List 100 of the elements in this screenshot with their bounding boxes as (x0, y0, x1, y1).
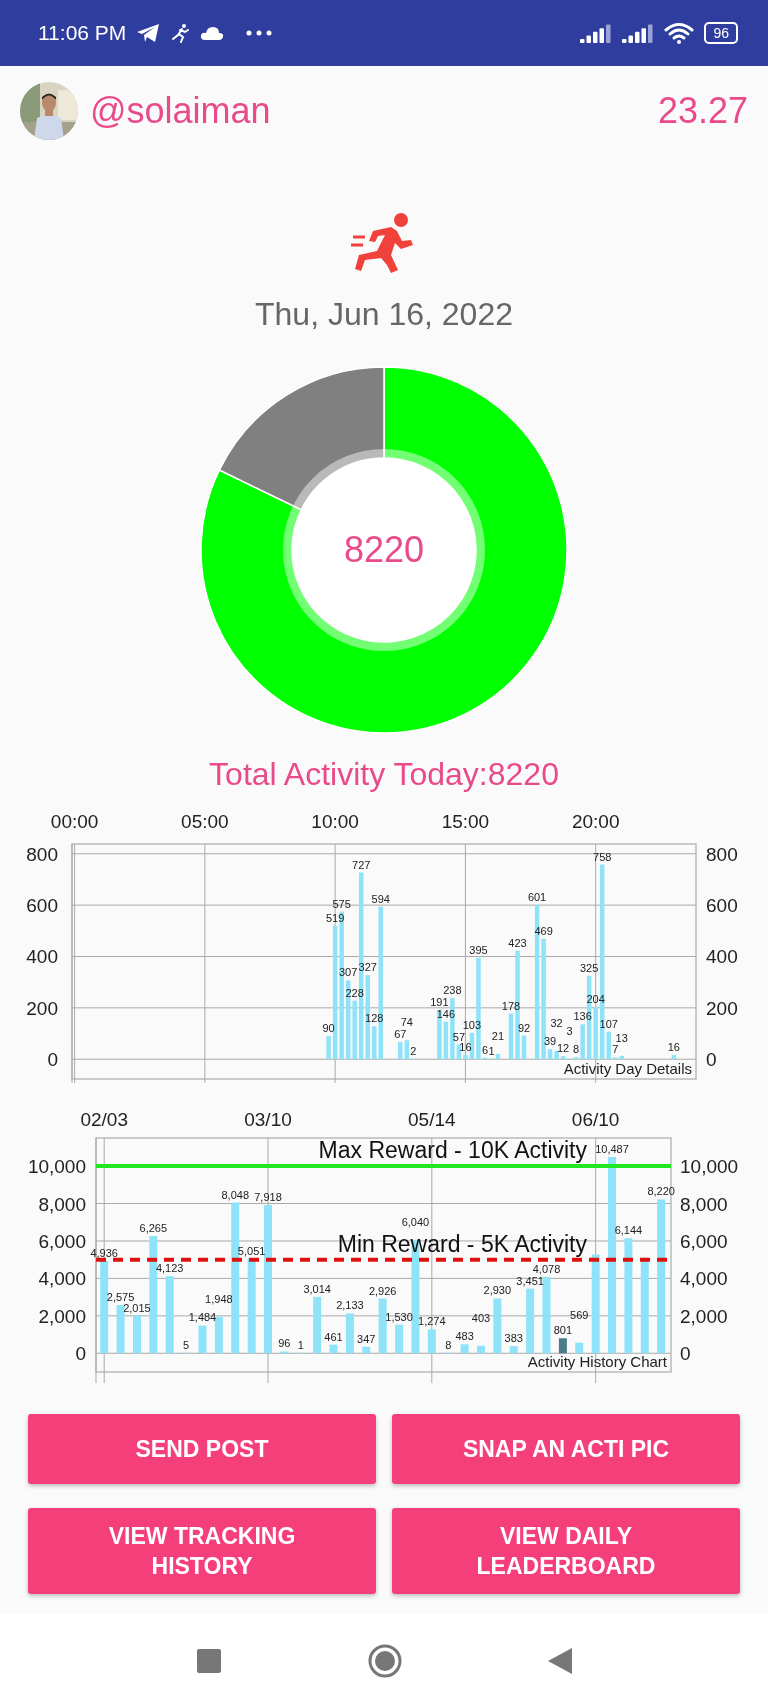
action-button[interactable]: SEND POST (28, 1414, 376, 1484)
data-label: 8,048 (221, 1188, 249, 1201)
data-label: 107 (599, 1017, 618, 1030)
data-label: 461 (324, 1330, 343, 1343)
data-label: 146 (436, 1007, 456, 1020)
back-icon[interactable] (548, 1647, 572, 1674)
axis-label: 0 (706, 1049, 717, 1071)
data-label: 7 (612, 1043, 619, 1056)
data-label: 758 (593, 850, 612, 863)
bar (214, 1316, 223, 1354)
axis-label: 8,000 (38, 1193, 86, 1215)
data-label: 7,918 (254, 1191, 282, 1204)
date-label: Thu, Jun 16, 2022 (255, 295, 513, 333)
data-label: 5 (183, 1339, 190, 1352)
axis-label: 0 (680, 1343, 691, 1365)
data-label: 2 (410, 1044, 417, 1057)
data-label: 6,040 (401, 1216, 430, 1229)
data-label: 16 (667, 1041, 680, 1054)
bar (671, 1055, 677, 1060)
data-label: 8,220 (647, 1185, 675, 1198)
axis-label: 20:00 (571, 811, 620, 832)
data-label: 136 (573, 1010, 592, 1023)
data-label: 325 (580, 961, 599, 974)
data-label: 3 (566, 1024, 573, 1037)
action-button[interactable]: VIEW DAILY LEADERBOARD (392, 1508, 740, 1594)
signal-icon (580, 23, 613, 43)
data-label: 1,530 (385, 1310, 413, 1323)
recents-icon[interactable] (197, 1648, 221, 1673)
data-label: 5,051 (237, 1244, 266, 1257)
axis-label: 10,000 (27, 1156, 86, 1178)
axis-label: 0 (75, 1343, 86, 1365)
axis-label: 4,000 (680, 1268, 728, 1290)
data-label: 1,274 (418, 1315, 446, 1328)
data-label: 191 (430, 996, 449, 1009)
data-label: 8 (445, 1339, 452, 1352)
bar (345, 1313, 354, 1354)
data-label: 519 (325, 911, 345, 924)
data-label: 483 (455, 1330, 474, 1343)
data-label: 801 (553, 1324, 573, 1337)
axis-label: 0 (47, 1049, 58, 1071)
axis-label: 400 (706, 946, 738, 968)
bar (362, 1346, 371, 1354)
bar (313, 1296, 322, 1354)
bar (509, 1346, 518, 1354)
axis-label: 6,000 (680, 1230, 728, 1252)
axis-label: 800 (706, 843, 738, 865)
bar (575, 1342, 584, 1354)
data-label: 67 (394, 1028, 407, 1040)
data-label: 92 (517, 1021, 531, 1034)
axis-label: 00:00 (50, 811, 99, 832)
axis-label: 10,000 (680, 1156, 739, 1178)
data-label: 74 (400, 1016, 413, 1029)
score: 23.27 (657, 89, 748, 132)
total-activity: Total Activity Today:8220 (209, 755, 559, 793)
axis-label: 10:00 (311, 811, 359, 832)
more-icon (246, 30, 273, 36)
data-label: 4,123 (155, 1262, 184, 1275)
ring-value: 8220 (343, 529, 425, 571)
data-label: 1 (297, 1339, 304, 1352)
home-icon[interactable] (367, 1643, 402, 1678)
data-label: 1,948 (205, 1292, 233, 1305)
axis-label: 03/10 (244, 1109, 292, 1130)
bar (558, 1338, 567, 1354)
data-label: 4,078 (532, 1262, 561, 1275)
axis-label: 600 (26, 895, 58, 917)
cloud-icon (200, 25, 225, 41)
data-label: 2,575 (106, 1291, 135, 1304)
axis-label: 6,000 (38, 1230, 86, 1252)
bar (116, 1305, 125, 1354)
data-label: 238 (443, 984, 462, 997)
axis-label: 200 (26, 997, 58, 1019)
axis-label: 06/10 (571, 1109, 620, 1130)
paper-plane-icon (136, 23, 161, 43)
reference-label: Max Reward - 10K Activity (318, 1137, 587, 1164)
axis-label: 400 (26, 946, 58, 968)
data-label: 8 (573, 1043, 580, 1056)
data-label: 307 (339, 966, 358, 979)
data-label: 727 (352, 858, 371, 871)
axis-label: 200 (706, 997, 738, 1019)
data-label: 90 (322, 1022, 335, 1035)
data-label: 575 (332, 897, 351, 910)
data-label: 3,014 (303, 1282, 331, 1295)
bar (395, 1324, 404, 1354)
data-label: 403 (471, 1311, 491, 1324)
axis-label: 05:00 (181, 811, 229, 832)
data-label: 6 (481, 1043, 488, 1056)
data-label: 423 (508, 936, 527, 949)
data-label: 16 (459, 1041, 472, 1054)
action-button[interactable]: SNAP AN ACTI PIC (392, 1414, 740, 1484)
runner-icon (170, 23, 191, 43)
axis-label: 15:00 (441, 811, 490, 832)
data-label: 39 (543, 1035, 557, 1048)
action-button[interactable]: VIEW TRACKING HISTORY (28, 1508, 376, 1594)
axis-label: 600 (706, 895, 738, 917)
data-label: 2,926 (368, 1284, 397, 1297)
bar (329, 1344, 338, 1354)
bar (427, 1329, 436, 1354)
username: @solaiman (90, 89, 271, 132)
data-label: 3,451 (516, 1274, 544, 1287)
data-label: 6,265 (139, 1222, 168, 1234)
